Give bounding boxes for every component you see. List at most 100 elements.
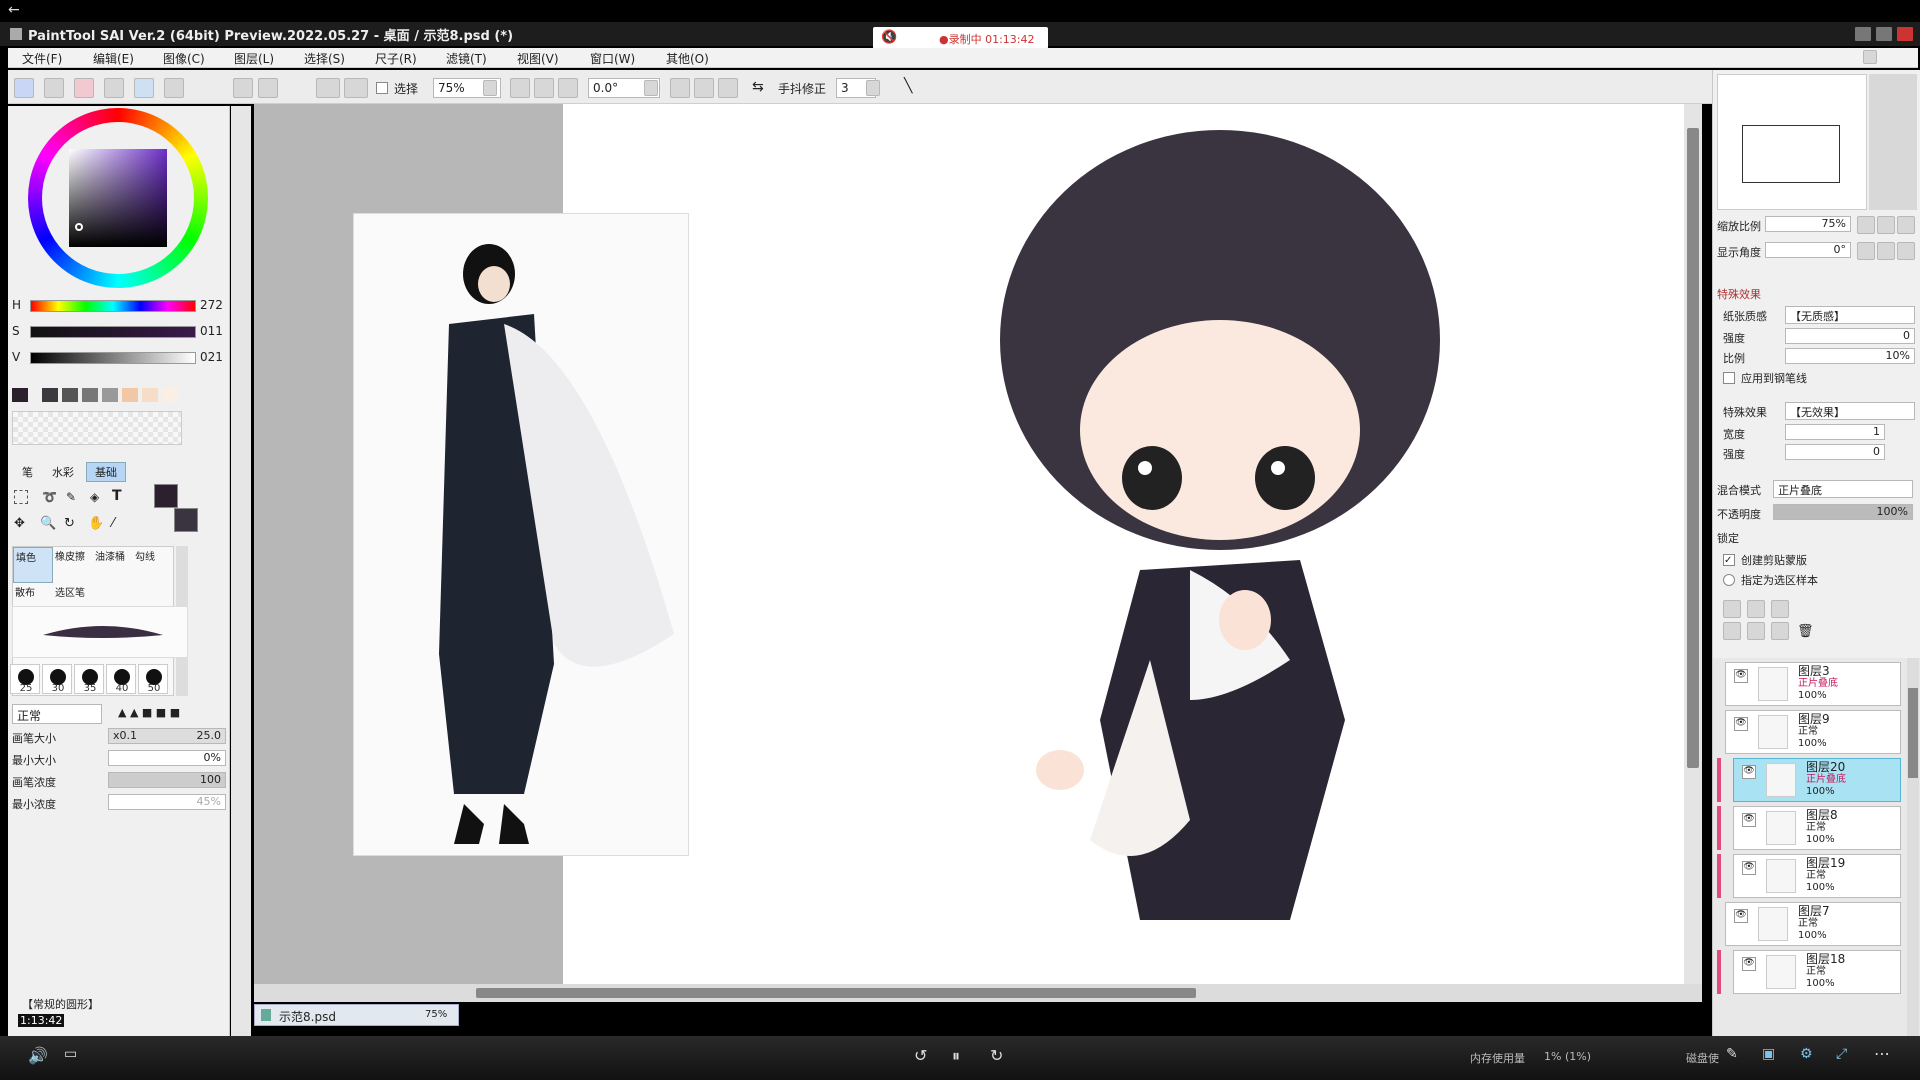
new-linework-button[interactable] [1747, 600, 1765, 618]
new-folder-button[interactable] [1771, 600, 1789, 618]
zoom-reset-button[interactable] [558, 78, 578, 98]
undo-button[interactable] [233, 78, 253, 98]
layer-item[interactable]: 👁 图层19 正常 100% [1733, 854, 1901, 898]
tool-tab-watercolor[interactable]: 水彩 [52, 464, 74, 480]
eye-icon[interactable]: 👁 [1742, 813, 1756, 827]
nav-rotate-right-button[interactable] [1877, 242, 1895, 260]
strength2-slider[interactable]: 0 [1785, 444, 1885, 460]
nav-angle-field[interactable]: 0° [1765, 242, 1851, 258]
apply-pen-checkbox[interactable] [1723, 372, 1735, 384]
brush-size-35[interactable]: 35 [74, 664, 104, 694]
text-tool-icon[interactable]: T [112, 488, 122, 504]
tool-tab-pen[interactable]: 笔 [22, 464, 33, 480]
line-tool-icon[interactable]: ╲ [904, 78, 912, 94]
eye-icon[interactable]: 👁 [1734, 669, 1748, 683]
pause-icon[interactable]: ⏸ [952, 1046, 960, 1066]
hscroll-thumb[interactable] [476, 988, 1196, 998]
rect-select-icon[interactable] [14, 490, 28, 504]
volume-icon[interactable]: 🔊 [28, 1046, 48, 1065]
magic-wand-icon[interactable]: ✎ [66, 490, 76, 504]
nav-zoom-field[interactable]: 75% [1765, 216, 1851, 232]
maximize-button[interactable] [1876, 27, 1892, 41]
clip-checkbox[interactable]: ✓ [1723, 554, 1735, 566]
layer-scroll-thumb[interactable] [1908, 688, 1918, 778]
brush-lineart[interactable]: 勾线 [133, 547, 173, 583]
zoom-tool-icon[interactable]: 🔍 [40, 516, 56, 531]
nav-rotate-reset-button[interactable] [1897, 242, 1915, 260]
eye-icon[interactable]: 👁 [1742, 765, 1756, 779]
min-density-slider[interactable]: 45% [108, 794, 226, 810]
layer-item[interactable]: 👁 图层7 正常 100% [1725, 902, 1901, 946]
color-scratch-tab[interactable] [134, 78, 154, 98]
move-icon[interactable]: ✥ [14, 516, 25, 531]
background-color[interactable] [174, 508, 198, 532]
more-icon[interactable]: ⋯ [1874, 1044, 1890, 1063]
min-size-slider[interactable]: 0% [108, 750, 226, 766]
color-extra-tab[interactable] [164, 78, 184, 98]
saturation-value-square[interactable] [69, 149, 167, 247]
zoom-out-button[interactable] [510, 78, 530, 98]
subtitle-icon[interactable]: ▭ [64, 1046, 77, 1062]
file-tab[interactable]: 示范8.psd 75% [254, 1004, 459, 1026]
canvas-vertical-scrollbar[interactable] [1684, 104, 1702, 984]
color-picker-handle[interactable] [75, 223, 83, 231]
layer-item[interactable]: 👁 图层8 正常 100% [1733, 806, 1901, 850]
eye-icon[interactable]: 👁 [1734, 909, 1748, 923]
layer-scrollbar[interactable] [1907, 658, 1919, 1078]
nav-zoom-reset-button[interactable] [1897, 216, 1915, 234]
reference-image[interactable] [353, 213, 689, 856]
redo-button[interactable] [258, 78, 278, 98]
eye-icon[interactable]: 👁 [1742, 861, 1756, 875]
flip-icon[interactable]: ⇆ [752, 79, 764, 95]
zoom-in-button[interactable] [534, 78, 554, 98]
navigator-preview[interactable] [1717, 74, 1867, 210]
nav-zoom-out-button[interactable] [1857, 216, 1875, 234]
settings-icon[interactable]: ⚙ [1800, 1046, 1813, 1062]
swatch[interactable] [42, 388, 58, 402]
menu-ruler[interactable]: 尺子(R) [375, 50, 417, 67]
brush-fill[interactable]: 填色 [13, 547, 53, 583]
sample-checkbox[interactable] [1723, 574, 1735, 586]
mute-icon[interactable]: 🔇 [881, 30, 897, 45]
scratchpad[interactable] [12, 411, 182, 445]
swatch[interactable] [12, 388, 28, 402]
rotate-tool-icon[interactable]: ↻ [64, 516, 75, 531]
opacity-slider[interactable]: 100% [1773, 504, 1913, 520]
forward-30-icon[interactable]: ↻ [990, 1046, 1003, 1065]
paper-select[interactable]: 【无质感】 [1785, 306, 1915, 324]
strength-slider[interactable]: 0 [1785, 328, 1915, 344]
color-wheel[interactable] [28, 108, 208, 288]
rotate-reset-button[interactable] [718, 78, 738, 98]
left-panel-scrollbar[interactable] [231, 106, 251, 1036]
menu-filter[interactable]: 滤镜(T) [446, 50, 487, 67]
swatch[interactable] [102, 388, 118, 402]
fullscreen-icon[interactable]: ⤢ [1836, 1046, 1847, 1062]
invert-select-button[interactable] [344, 78, 368, 98]
bucket-icon[interactable]: ◈ [90, 490, 99, 504]
brush-bucket[interactable]: 油漆桶 [93, 547, 133, 583]
eyedropper-icon[interactable]: ⁄ [112, 516, 114, 531]
scroll-thumb[interactable] [1687, 128, 1699, 768]
merge-layer-button[interactable] [1747, 622, 1765, 640]
brush-size-40[interactable]: 40 [106, 664, 136, 694]
stabilizer-dropdown-icon[interactable] [866, 80, 880, 96]
nav-rotate-left-button[interactable] [1857, 242, 1875, 260]
hue-slider[interactable] [30, 300, 196, 312]
new-layer-button[interactable] [1723, 600, 1741, 618]
foreground-color[interactable] [154, 484, 178, 508]
size-slider[interactable]: x0.1 25.0 [108, 728, 226, 744]
color-mixer-tab[interactable] [104, 78, 124, 98]
swatch[interactable] [122, 388, 138, 402]
saturation-slider[interactable] [30, 326, 196, 338]
select-checkbox[interactable] [376, 82, 388, 94]
rotate-right-button[interactable] [694, 78, 714, 98]
layer-blend-select[interactable]: 正片叠底 [1773, 480, 1913, 498]
menu-select[interactable]: 选择(S) [304, 50, 345, 67]
effects-section-label[interactable]: 特殊效果 [1717, 286, 1761, 302]
density-slider[interactable]: 100 [108, 772, 226, 788]
brush-eraser[interactable]: 橡皮擦 [53, 547, 93, 583]
width-slider[interactable]: 1 [1785, 424, 1885, 440]
copy-layer-button[interactable] [1723, 622, 1741, 640]
sub-minimize-button[interactable] [1863, 50, 1877, 64]
minimize-button[interactable] [1855, 27, 1871, 41]
